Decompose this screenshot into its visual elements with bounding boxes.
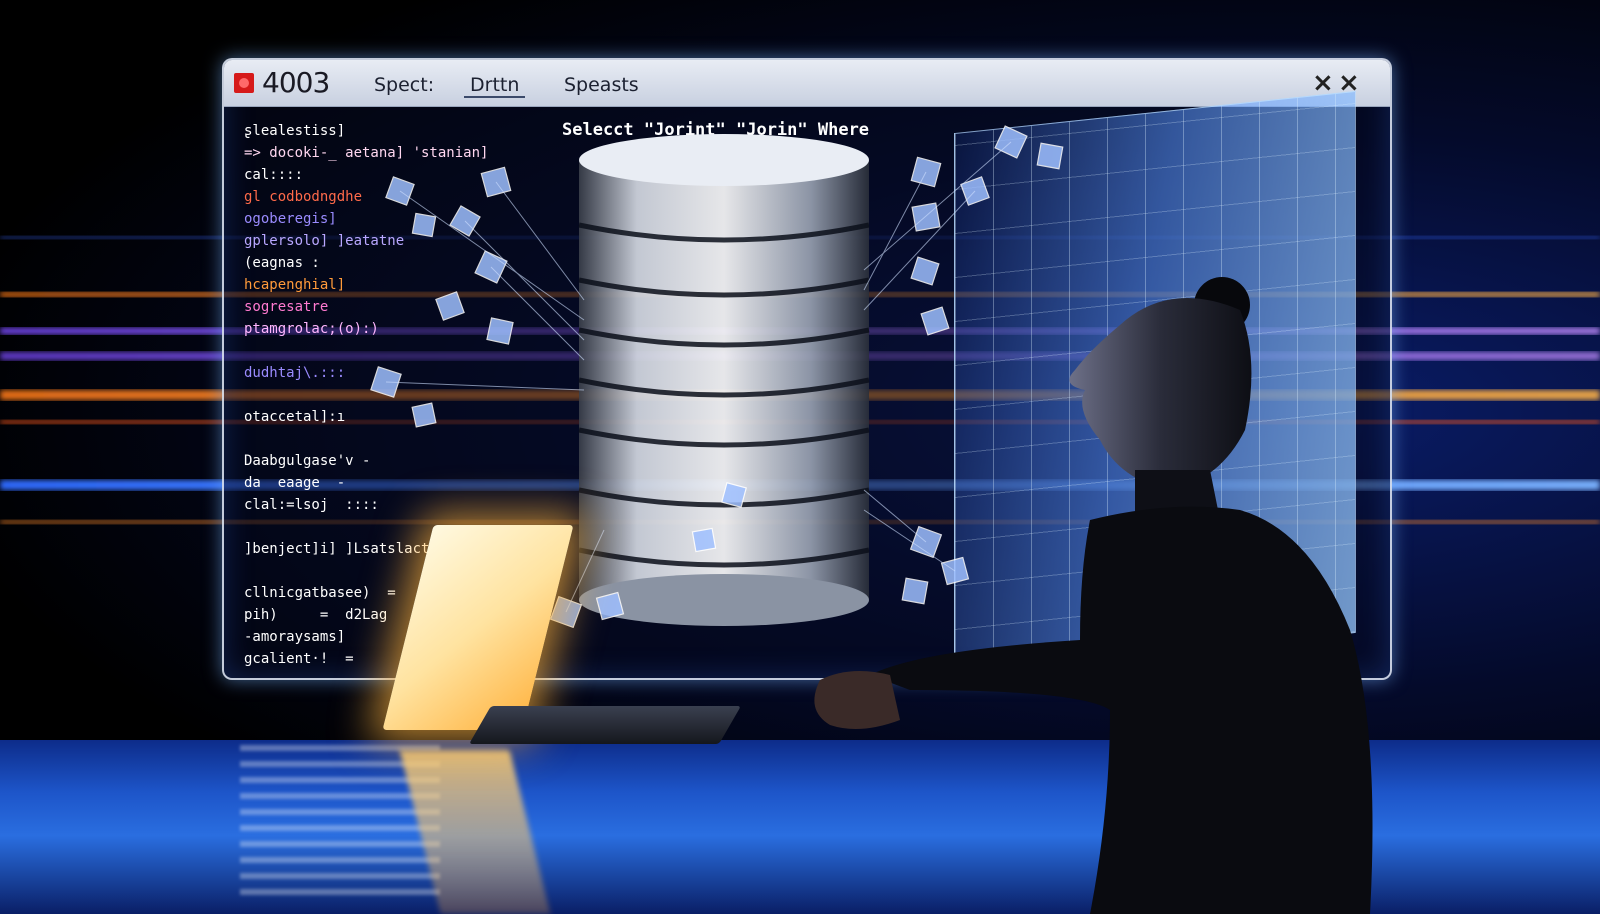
laptop-keyboard <box>469 706 741 744</box>
person-silhouette <box>814 277 1373 914</box>
scene: 4003 Spect: Drttn Speasts × × Selecct "J… <box>0 0 1600 914</box>
torso <box>870 506 1373 914</box>
head <box>1069 298 1252 490</box>
hand <box>814 671 900 729</box>
